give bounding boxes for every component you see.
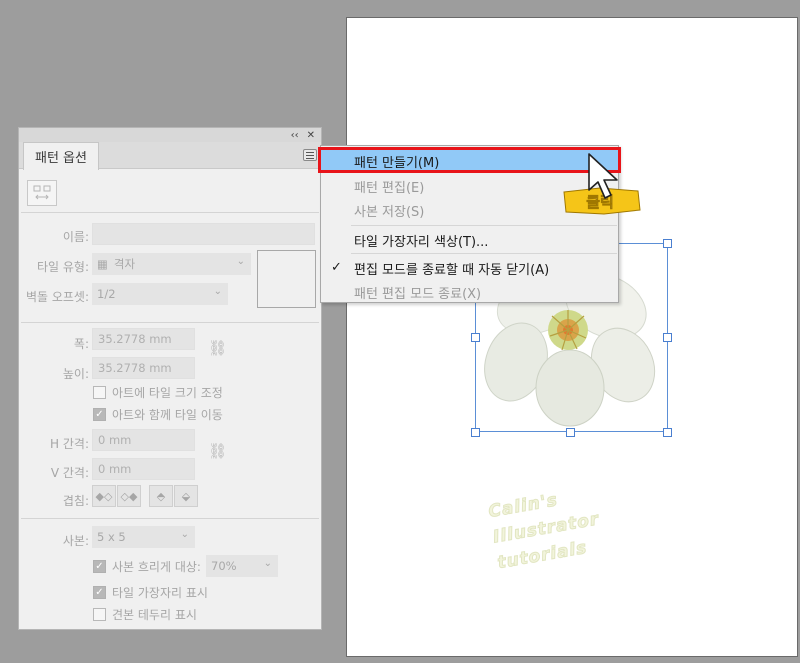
dim-copies-select[interactable]: 70% ⌄ <box>206 555 278 577</box>
v-spacing-label: V 간격: <box>50 466 89 480</box>
size-tile-to-art-label: 아트에 타일 크기 조정 <box>112 386 223 400</box>
overlap-top-on-top-button[interactable]: ⬘ <box>149 485 173 507</box>
show-tile-edge-label: 타일 가장자리 표시 <box>112 586 208 600</box>
move-tile-with-art-checkbox[interactable]: ✓ 아트와 함께 타일 이동 <box>93 406 223 423</box>
brick-offset-value: 1/2 <box>97 287 116 301</box>
menu-item-auto-close[interactable]: ✓ 편집 모드를 종료할 때 자동 닫기(A) <box>321 257 618 279</box>
copies-select[interactable]: 5 x 5 ⌄ <box>92 526 195 548</box>
panel-menu-button[interactable] <box>303 149 317 161</box>
overlap-right-on-top-button[interactable]: ◇◆ <box>117 485 141 507</box>
tile-type-select[interactable]: ▦ 격자 ⌄ <box>92 253 251 275</box>
overlap-label: 겹침: <box>62 494 89 508</box>
chevron-down-icon: ⌄ <box>213 286 222 297</box>
show-tile-edge-checkbox[interactable]: ✓ 타일 가장자리 표시 <box>93 584 208 601</box>
overlap-right-icon: ◇◆ <box>120 489 138 503</box>
unlink-icon[interactable]: ⛓ <box>208 339 227 359</box>
h-spacing-label: H 간격: <box>50 437 89 451</box>
overlap-left-icon: ◆◇ <box>95 489 113 503</box>
divider <box>21 518 319 519</box>
grid-icon: ▦ <box>97 257 108 271</box>
resize-handle-top-right[interactable] <box>663 239 672 248</box>
menu-separator <box>351 253 617 254</box>
overlap-bottom-on-top-button[interactable]: ⬙ <box>174 485 198 507</box>
checkbox-box[interactable]: ✓ <box>93 586 106 599</box>
collapse-icon[interactable]: ‹‹ <box>291 130 299 141</box>
divider <box>21 322 319 323</box>
show-swatch-bounds-checkbox[interactable]: 견본 테두리 표시 <box>93 606 197 623</box>
show-swatch-bounds-label: 견본 테두리 표시 <box>112 608 197 622</box>
height-label: 높이: <box>62 367 89 381</box>
resize-handle-bottom[interactable] <box>566 428 575 437</box>
move-tile-with-art-label: 아트와 함께 타일 이동 <box>112 408 223 422</box>
pattern-tile-tool-button[interactable] <box>27 180 57 206</box>
name-input[interactable] <box>92 223 315 245</box>
resize-handle-bottom-right[interactable] <box>663 428 672 437</box>
dim-copies-checkbox[interactable]: ✓ 사본 흐리게 대상: <box>93 558 201 575</box>
pattern-options-panel: ‹‹ ✕ 패턴 옵션 이름: 타일 유형: ▦ 격자 ⌄ 벽돌 오프셋: 1/2… <box>18 127 322 630</box>
overlap-bottom-icon: ⬙ <box>181 489 191 503</box>
v-spacing-input[interactable]: 0 mm <box>92 458 195 480</box>
checkbox-box[interactable]: ✓ <box>93 560 106 573</box>
copies-value: 5 x 5 <box>97 530 126 544</box>
copies-label: 사본: <box>62 534 89 548</box>
checkbox-box[interactable]: ✓ <box>93 408 106 421</box>
name-label: 이름: <box>62 230 89 244</box>
overlap-top-icon: ⬘ <box>156 489 166 503</box>
resize-handle-bottom-left[interactable] <box>471 428 480 437</box>
menu-item-exit-edit-mode[interactable]: 패턴 편집 모드 종료(X) <box>321 281 618 303</box>
brick-offset-label: 벽돌 오프셋: <box>25 290 89 304</box>
chevron-down-icon: ⌄ <box>263 558 272 569</box>
brick-offset-select[interactable]: 1/2 ⌄ <box>92 283 228 305</box>
resize-handle-right[interactable] <box>663 333 672 342</box>
highlight-box <box>318 147 621 173</box>
width-label: 폭: <box>73 337 89 351</box>
tile-tool-icon <box>33 185 51 200</box>
resize-handle-left[interactable] <box>471 333 480 342</box>
pointer-cursor-icon <box>588 153 618 199</box>
hamburger-icon <box>306 151 314 153</box>
close-icon[interactable]: ✕ <box>307 130 315 141</box>
h-spacing-input[interactable]: 0 mm <box>92 429 195 451</box>
tab-pattern-options[interactable]: 패턴 옵션 <box>23 142 99 170</box>
chevron-down-icon: ⌄ <box>180 529 189 540</box>
checkbox-box[interactable] <box>93 608 106 621</box>
width-input[interactable]: 35.2778 mm <box>92 328 195 350</box>
height-input[interactable]: 35.2778 mm <box>92 357 195 379</box>
menu-item-auto-close-label: 편집 모드를 종료할 때 자동 닫기(A) <box>354 262 550 278</box>
dim-copies-label: 사본 흐리게 대상: <box>112 560 201 574</box>
tile-type-preview <box>257 250 316 308</box>
menu-item-tile-edge-color[interactable]: 타일 가장자리 색상(T)... <box>321 229 618 251</box>
dim-copies-value: 70% <box>211 559 237 573</box>
chevron-down-icon: ⌄ <box>236 256 245 267</box>
unlink-icon[interactable]: ⛓ <box>208 442 227 462</box>
size-tile-to-art-checkbox[interactable]: 아트에 타일 크기 조정 <box>93 384 223 401</box>
tile-type-value: 격자 <box>113 257 136 271</box>
checkbox-box[interactable] <box>93 386 106 399</box>
checkmark-icon: ✓ <box>331 260 342 275</box>
overlap-left-on-top-button[interactable]: ◆◇ <box>92 485 116 507</box>
panel-tab-bar: 패턴 옵션 <box>19 142 321 170</box>
panel-titlebar: ‹‹ ✕ <box>19 128 321 142</box>
tile-type-label: 타일 유형: <box>36 260 89 274</box>
menu-separator <box>351 225 617 226</box>
divider <box>21 212 319 213</box>
